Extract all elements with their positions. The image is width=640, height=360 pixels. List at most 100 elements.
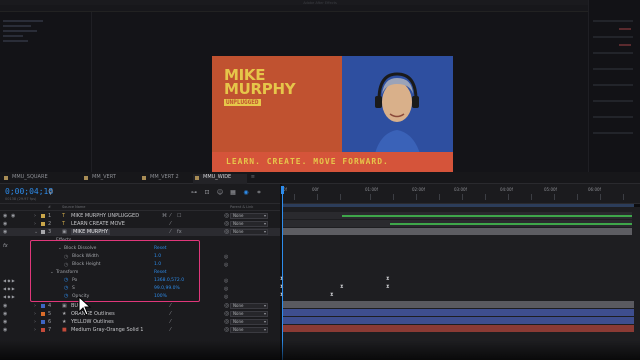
panel-row[interactable] xyxy=(593,84,633,86)
tab-mmu-wide[interactable]: MMU_WIDE ≡ xyxy=(193,174,255,184)
eye-icon[interactable]: ◉ xyxy=(3,221,7,227)
parent-select[interactable]: None ▾ xyxy=(230,319,268,325)
project-item[interactable] xyxy=(3,20,43,22)
effect-switch-icon[interactable]: fx xyxy=(177,229,182,235)
parent-select[interactable]: None ▾ xyxy=(230,213,268,219)
layer-color-label[interactable] xyxy=(41,222,45,226)
layer-duration-bar[interactable] xyxy=(282,309,634,316)
fx-switch-icon[interactable]: ⁄ xyxy=(170,311,171,317)
expression-pickwhip-icon[interactable]: ◎ xyxy=(224,254,228,260)
frame-blending-icon[interactable]: ▦ xyxy=(229,189,237,197)
layer-duration-bar[interactable] xyxy=(282,325,634,332)
layer-duration-bar[interactable] xyxy=(282,301,634,308)
layer-name[interactable]: MIKE MURPHY xyxy=(71,229,111,235)
layer-search-input[interactable]: ⚲ xyxy=(48,188,78,196)
layer-name[interactable]: Medium Gray-Orange Solid 1 xyxy=(71,327,143,333)
eye-icon[interactable]: ◉ xyxy=(3,319,7,325)
layer-color-label[interactable] xyxy=(41,328,45,332)
parent-select[interactable]: None ▾ xyxy=(230,221,268,227)
chevron-down-icon[interactable]: ⌄ xyxy=(34,229,38,235)
chevron-right-icon[interactable]: › xyxy=(34,327,36,333)
fx-switch-icon[interactable]: ⁄ xyxy=(170,303,171,309)
eye-icon[interactable]: ◉ xyxy=(3,303,7,309)
shy-layers-icon[interactable]: ☺ xyxy=(216,189,224,197)
layer-name[interactable]: MIKE MURPHY UNPLUGGED xyxy=(71,213,139,219)
layer-row[interactable]: ◉ › 4 ▣ BUG ⁄ ◎ None ▾ xyxy=(0,302,280,310)
project-item[interactable] xyxy=(3,30,37,32)
layer-duration-bar[interactable] xyxy=(282,317,634,324)
panel-row[interactable] xyxy=(593,132,633,134)
layer-name[interactable]: YELLOW Outlines xyxy=(71,319,114,325)
parent-select[interactable]: None ▾ xyxy=(230,303,268,309)
tab-mm-vert[interactable]: MM_VERT xyxy=(82,174,137,184)
pickwhip-icon[interactable]: ◎ xyxy=(224,302,229,309)
audio-icon[interactable]: ◉ xyxy=(11,213,15,219)
parent-select[interactable]: None ▾ xyxy=(230,311,268,317)
panel-row[interactable] xyxy=(593,100,633,102)
keyframe-icon[interactable]: ⧗ xyxy=(386,284,390,290)
keyframe-nav-icon[interactable]: ◀ ◆ ▶ xyxy=(3,278,15,283)
pickwhip-icon[interactable]: ◎ xyxy=(224,318,229,325)
expression-pickwhip-icon[interactable]: ◎ xyxy=(224,294,228,300)
layer-color-label[interactable] xyxy=(41,214,45,218)
keyframe-icon[interactable]: ⧗ xyxy=(330,292,334,298)
tab-mmu-square[interactable]: MMU_SQUARE xyxy=(2,174,72,184)
fx-switch-icon[interactable]: ⁄ xyxy=(170,213,171,219)
project-item[interactable] xyxy=(3,40,28,42)
playhead-handle[interactable] xyxy=(281,186,284,194)
fx-switch-icon[interactable]: ⁄ xyxy=(170,319,171,325)
pickwhip-icon[interactable]: ◎ xyxy=(224,212,229,219)
chevron-right-icon[interactable]: › xyxy=(34,213,36,219)
chevron-right-icon[interactable]: › xyxy=(34,221,36,227)
layer-row[interactable]: ◉ › 7 ■ Medium Gray-Orange Solid 1 ⁄ ◎ N… xyxy=(0,326,280,334)
time-ruler[interactable]: 0f 00f 01:00f 02:00f 03:00f 04:00f 05:00… xyxy=(282,184,640,204)
chevron-right-icon[interactable]: › xyxy=(34,303,36,309)
chevron-right-icon[interactable]: › xyxy=(34,319,36,325)
expression-pickwhip-icon[interactable]: ◎ xyxy=(224,286,228,292)
pickwhip-icon[interactable]: ◎ xyxy=(224,326,229,333)
col-source-name[interactable]: Source Name xyxy=(62,205,85,209)
layer-color-label[interactable] xyxy=(41,320,45,324)
col-parent-link[interactable]: Parent & Link xyxy=(230,205,253,209)
keyframe-icon[interactable]: ⧗ xyxy=(386,276,390,282)
timeline-track-area[interactable]: ⧗ ⧗ ⧗ ⧗ ⧗ ⧗ ⧗ xyxy=(280,207,640,360)
layer-duration-bar-selected[interactable] xyxy=(282,228,632,235)
layer-row[interactable]: ◉ ◉ › 1 T MIKE MURPHY UNPLUGGED ⌘ ⁄ ☐ ◎ … xyxy=(0,212,280,220)
current-timecode[interactable]: 0;00;04;18 xyxy=(5,187,53,196)
motion-blur-icon[interactable]: ◉ xyxy=(242,189,250,197)
layer-row[interactable]: ◉ › 5 ★ ORANGE Outlines ⁄ ◎ None ▾ xyxy=(0,310,280,318)
eye-icon[interactable]: ◉ xyxy=(3,327,7,333)
layer-color-label[interactable] xyxy=(41,304,45,308)
keyframe-nav-icon[interactable]: ◀ ◆ ▶ xyxy=(3,294,15,299)
tab-mm-vert-2[interactable]: MM_VERT 2 xyxy=(140,174,195,184)
draft-3d-icon[interactable]: ⊡ xyxy=(203,189,211,197)
fx-switch-icon[interactable]: ⁄ xyxy=(170,229,171,235)
close-icon[interactable]: ≡ xyxy=(251,174,255,180)
keyframe-nav-icon[interactable]: ◀ ◆ ▶ xyxy=(3,286,15,291)
keyframe-icon[interactable]: ⧗ xyxy=(340,284,344,290)
chevron-right-icon[interactable]: › xyxy=(34,311,36,317)
project-item[interactable] xyxy=(3,25,31,27)
pickwhip-icon[interactable]: ◎ xyxy=(224,310,229,317)
expression-pickwhip-icon[interactable]: ◎ xyxy=(224,278,228,284)
layer-color-label[interactable] xyxy=(41,312,45,316)
shy-switch-icon[interactable]: ⌘ xyxy=(162,213,167,219)
eye-icon[interactable]: ◉ xyxy=(3,213,7,219)
col-number[interactable]: # xyxy=(48,205,51,209)
pickwhip-icon[interactable]: ◎ xyxy=(224,220,229,227)
graph-editor-icon[interactable]: ⌗ xyxy=(255,189,263,197)
layer-row[interactable]: ◉ › 2 T LEARN CREATE MOVE ⁄ ◎ None ▾ xyxy=(0,220,280,228)
layer-row-selected[interactable]: ◉ ⌄ 3 ▣ MIKE MURPHY ⁄ fx ◎ None ▾ xyxy=(0,228,280,236)
fx-switch-icon[interactable]: ⁄ xyxy=(170,221,171,227)
panel-row[interactable] xyxy=(593,116,633,118)
layer-row[interactable]: ◉ › 6 ★ YELLOW Outlines ⁄ ◎ None ▾ xyxy=(0,318,280,326)
layer-name[interactable]: LEARN CREATE MOVE xyxy=(71,221,125,227)
comp-flowchart-icon[interactable]: ⊶ xyxy=(190,189,198,197)
panel-row[interactable] xyxy=(593,68,633,70)
parent-select[interactable]: None ▾ xyxy=(230,229,268,235)
pickwhip-icon[interactable]: ◎ xyxy=(224,228,229,235)
panel-row[interactable] xyxy=(593,36,633,38)
parent-select[interactable]: None ▾ xyxy=(230,327,268,333)
playhead-line[interactable] xyxy=(282,194,283,360)
eye-icon[interactable]: ◉ xyxy=(3,311,7,317)
